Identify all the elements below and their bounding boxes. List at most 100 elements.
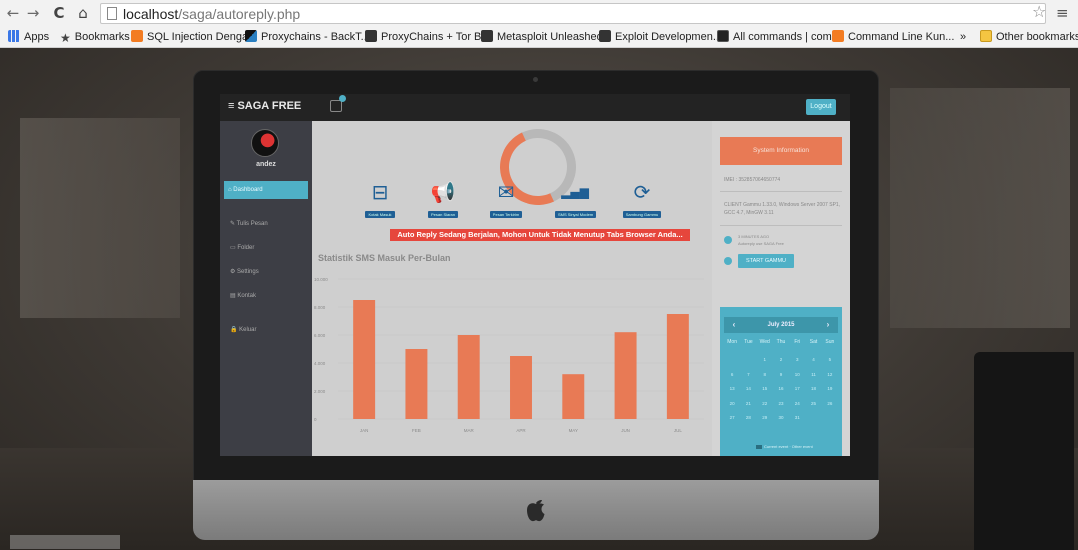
calendar-prev-button[interactable]: ‹ bbox=[728, 317, 740, 333]
signal-bars-icon: ▂▄▆ bbox=[561, 185, 589, 199]
calendar-date[interactable]: 25 bbox=[805, 397, 821, 412]
bookmark-other-bookmarks[interactable]: Other bookmarks bbox=[980, 29, 1078, 45]
x-tick-label: FEB bbox=[412, 428, 421, 433]
logout-button[interactable]: Logout bbox=[806, 99, 836, 115]
bookmark-bookmarks[interactable]: ★ Bookmarks bbox=[60, 29, 130, 45]
calendar-weekday: Wed bbox=[759, 339, 770, 345]
inbox-icon: ⊟ bbox=[371, 180, 389, 204]
sidebar-item-tulis-pesan[interactable]: ✎ Tulis Pesan bbox=[226, 215, 306, 233]
imei-text: IMEI : 352857064650774 bbox=[724, 177, 781, 183]
imac-mockup: ≡ SAGA FREE Logout andez ⌂ Dashboard ✎ T… bbox=[193, 70, 879, 540]
calendar-date[interactable]: 22 bbox=[757, 397, 773, 412]
folder-icon bbox=[980, 30, 992, 42]
app-topbar: ≡ SAGA FREE Logout bbox=[220, 94, 850, 121]
calendar-date[interactable]: 23 bbox=[773, 397, 789, 412]
calendar-date[interactable]: 16 bbox=[773, 382, 789, 397]
quick-kotak-masuk[interactable]: ⊟ Kotak Masuk bbox=[360, 181, 400, 221]
calendar-date[interactable]: 11 bbox=[805, 368, 821, 383]
bookmark-sql-injection[interactable]: SQL Injection Denga... bbox=[131, 29, 257, 45]
calendar-date[interactable]: 4 bbox=[805, 353, 821, 368]
forward-button[interactable]: → bbox=[24, 3, 42, 23]
calendar-date[interactable]: 29 bbox=[757, 411, 773, 426]
url-path: /saga/autoreply.php bbox=[178, 6, 301, 22]
url-text[interactable]: localhost/saga/autoreply.php bbox=[123, 5, 300, 23]
calendar-date[interactable]: 7 bbox=[740, 368, 756, 383]
quick-sambung-gammu[interactable]: ⟳ Sambung Gammu bbox=[622, 181, 662, 221]
calendar-date[interactable]: 10 bbox=[789, 368, 805, 383]
app-screen: ≡ SAGA FREE Logout andez ⌂ Dashboard ✎ T… bbox=[220, 94, 850, 456]
quick-label: Kotak Masuk bbox=[365, 211, 395, 218]
calendar-date[interactable]: 27 bbox=[724, 411, 740, 426]
app-brand[interactable]: ≡ SAGA FREE bbox=[228, 100, 301, 112]
background-window bbox=[890, 88, 1070, 328]
calendar-date[interactable]: 2 bbox=[773, 353, 789, 368]
back-button[interactable]: ← bbox=[4, 3, 22, 23]
calendar-date[interactable]: 20 bbox=[724, 397, 740, 412]
bookmark-metasploit[interactable]: Metasploit Unleashed bbox=[481, 29, 603, 45]
calendar-date[interactable]: 14 bbox=[740, 382, 756, 397]
calendar-weekday: Thu bbox=[776, 339, 786, 345]
calendar-date[interactable]: 12 bbox=[822, 368, 838, 383]
calendar-date[interactable]: 18 bbox=[805, 382, 821, 397]
bookmark-label: Proxychains - BackT... bbox=[261, 31, 370, 43]
calendar-widget: ‹ July 2015 › Mon Tue Wed Thu Fri Sat Sun 1234… bbox=[720, 307, 842, 456]
calendar-date[interactable]: 31 bbox=[789, 411, 805, 426]
calendar-dates: 1 2 3 4 5 6 7 8 9 10 11 12 13 14 15 16 17 18 19 20 21 22 23 24 2… bbox=[724, 353, 838, 426]
calendar-next-button[interactable]: › bbox=[822, 317, 834, 333]
x-tick-label: JUN bbox=[621, 428, 630, 433]
calendar-date[interactable]: 3 bbox=[789, 353, 805, 368]
calendar-date[interactable]: 6 bbox=[724, 368, 740, 383]
browser-menu-icon[interactable]: ≡ bbox=[1056, 4, 1069, 22]
bookmark-proxychains-tor[interactable]: ProxyChains + Tor B... bbox=[365, 29, 491, 45]
url-host: localhost bbox=[123, 6, 179, 22]
calendar-date[interactable]: 8 bbox=[757, 368, 773, 383]
offsec-icon bbox=[599, 30, 611, 42]
calendar-date[interactable]: 9 bbox=[773, 368, 789, 383]
x-tick-label: JAN bbox=[360, 428, 369, 433]
calendar-weekday: Sun bbox=[825, 339, 835, 345]
sidebar-item-dashboard[interactable]: ⌂ Dashboard bbox=[224, 181, 308, 199]
sidebar-item-keluar[interactable]: 🔒 Keluar bbox=[226, 321, 306, 339]
bookmark-command-line-kungfu[interactable]: Command Line Kun... bbox=[832, 29, 954, 45]
status-time: 3 MINUTES AGO bbox=[738, 234, 770, 239]
quick-sms-sinyal-modem[interactable]: ▂▄▆ SMS Sinyal Modem bbox=[555, 181, 597, 221]
chart-bar bbox=[562, 374, 585, 419]
quick-pesan-siaran[interactable]: 📢 Pesan Siaran bbox=[423, 181, 463, 221]
calendar-date[interactable]: 24 bbox=[789, 397, 805, 412]
home-button[interactable]: ⌂ bbox=[74, 3, 92, 23]
calendar-date[interactable]: 13 bbox=[724, 382, 740, 397]
bookmark-star-icon[interactable]: ☆ bbox=[1032, 2, 1046, 21]
start-gammu-button[interactable]: START GAMMU bbox=[738, 254, 794, 268]
calendar-date[interactable]: 30 bbox=[773, 411, 789, 426]
bookmark-exploit-development[interactable]: Exploit Developmen... bbox=[599, 29, 722, 45]
sidebar-item-folder[interactable]: ▭ Folder bbox=[226, 239, 306, 257]
calendar-date[interactable]: 26 bbox=[822, 397, 838, 412]
chart-bar bbox=[405, 349, 428, 419]
bookmark-all-commands[interactable]: All commands | com... bbox=[717, 29, 841, 45]
background-window bbox=[20, 118, 180, 318]
calendar-date[interactable]: 21 bbox=[740, 397, 756, 412]
message-icon[interactable] bbox=[330, 100, 342, 112]
bookmark-label: Command Line Kun... bbox=[848, 31, 955, 43]
quick-pesan-terkirim[interactable]: ✉ Pesan Terkirim bbox=[486, 181, 526, 221]
bookmarks-overflow-button[interactable]: » bbox=[960, 29, 966, 45]
legend-swatch bbox=[756, 445, 762, 449]
reload-button[interactable]: C bbox=[50, 3, 68, 23]
x-tick-label: APR bbox=[516, 428, 526, 433]
blogger-icon bbox=[832, 30, 844, 42]
bookmark-apps[interactable]: Apps bbox=[8, 29, 49, 45]
bookmark-label: Exploit Developmen... bbox=[615, 31, 722, 43]
sidebar-item-settings[interactable]: ⚙ Settings bbox=[226, 263, 306, 281]
calendar-date[interactable]: 1 bbox=[757, 353, 773, 368]
camera-dot bbox=[533, 77, 538, 82]
calendar-date[interactable]: 17 bbox=[789, 382, 805, 397]
address-bar[interactable]: localhost/saga/autoreply.php bbox=[100, 3, 1046, 24]
username: andez bbox=[256, 161, 276, 168]
calendar-date[interactable]: 15 bbox=[757, 382, 773, 397]
calendar-date[interactable]: 19 bbox=[822, 382, 838, 397]
calendar-date[interactable]: 5 bbox=[822, 353, 838, 368]
sidebar-item-kontak[interactable]: ▤ Kontak bbox=[226, 287, 306, 305]
bookmark-proxychains-backtrack[interactable]: Proxychains - BackT... bbox=[245, 29, 370, 45]
calendar-date[interactable]: 28 bbox=[740, 411, 756, 426]
kali-icon bbox=[245, 30, 257, 42]
